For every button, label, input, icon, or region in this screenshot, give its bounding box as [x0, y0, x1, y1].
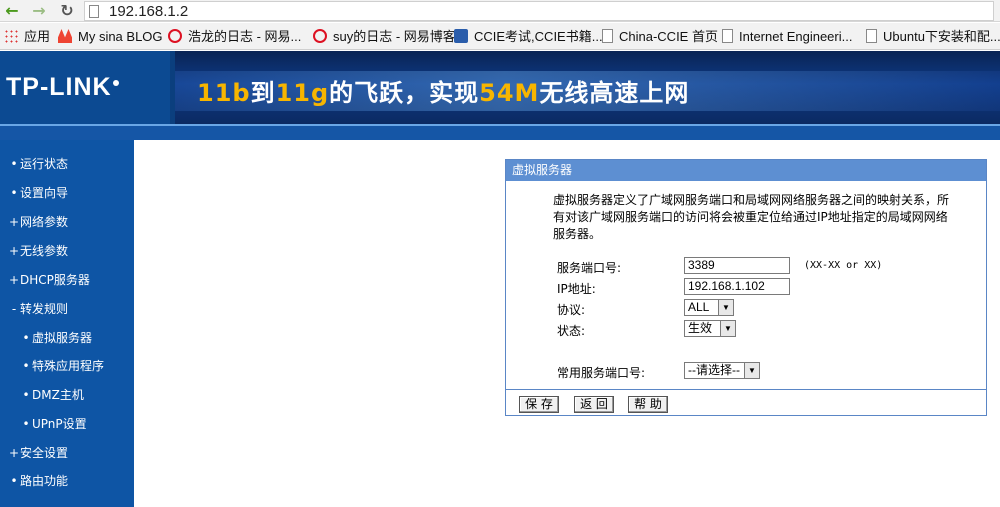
address-bar[interactable]: 192.168.1.2	[84, 1, 994, 21]
ccie-icon	[454, 29, 468, 43]
logo-dot-icon	[112, 79, 119, 86]
virtual-server-panel: 虚拟服务器 虚拟服务器定义了广域网服务端口和局域网网络服务器之间的映射关系，所有…	[505, 159, 987, 416]
bookmark-haolong[interactable]: 浩龙的日志 - 网易...	[168, 28, 301, 45]
sidebar-item-security[interactable]: +安全设置	[0, 441, 134, 465]
sidebar-item-network[interactable]: +网络参数	[0, 210, 134, 234]
sidebar-item-dhcp[interactable]: +DHCP服务器	[0, 268, 134, 292]
common-port-select[interactable]: --请选择-- ▼	[684, 362, 760, 379]
bookmark-internet-engineering[interactable]: Internet Engineeri...	[722, 28, 852, 45]
netease-icon	[168, 29, 182, 43]
ip-label: IP地址:	[557, 282, 596, 296]
sidebar-item-status[interactable]: • 运行状态	[0, 152, 134, 176]
chevron-down-icon: ▼	[720, 321, 735, 336]
bookmark-ccie[interactable]: CCIE考试,CCIE书籍...	[454, 28, 603, 45]
sidebar-item-upnp[interactable]: • UPnP设置	[0, 412, 134, 436]
bookmark-suy[interactable]: suy的日志 - 网易博客	[313, 28, 456, 45]
forward-arrow-icon[interactable]: →	[29, 1, 49, 21]
chevron-down-icon: ▼	[718, 300, 733, 315]
header-divider-highlight	[0, 124, 1000, 126]
url-text: 192.168.1.2	[109, 3, 189, 20]
status-select[interactable]: 生效 ▼	[684, 320, 736, 337]
back-arrow-icon[interactable]: ←	[2, 1, 22, 21]
page-icon	[722, 29, 733, 43]
sidebar-item-special-apps[interactable]: • 特殊应用程序	[0, 354, 134, 378]
sidebar-item-wizard[interactable]: • 设置向导	[0, 181, 134, 205]
sidebar-item-virtual-server[interactable]: • 虚拟服务器	[0, 326, 134, 350]
ip-input[interactable]: 192.168.1.102	[684, 278, 790, 295]
banner-slogan: 11b到11g的飞跃，实现54M无线高速上网	[197, 79, 690, 107]
panel-title: 虚拟服务器	[506, 160, 986, 181]
sidebar-item-wireless[interactable]: +无线参数	[0, 239, 134, 263]
protocol-select[interactable]: ALL ▼	[684, 299, 734, 316]
tp-link-logo: TP-LINK	[6, 73, 119, 102]
bookmark-china-ccie[interactable]: China-CCIE 首页	[602, 28, 718, 45]
bookmark-ubuntu[interactable]: Ubuntu下安装和配...	[866, 28, 1000, 45]
save-button[interactable]: 保 存	[519, 396, 559, 413]
header-divider	[0, 124, 1000, 140]
logo-area: TP-LINK	[0, 51, 170, 124]
bookmarks-bar: 应用 My sina BLOG 浩龙的日志 - 网易... suy的日志 - 网…	[0, 23, 1000, 50]
chevron-down-icon: ▼	[744, 363, 759, 378]
status-label: 状态:	[557, 324, 586, 338]
sidebar-item-dmz[interactable]: • DMZ主机	[0, 383, 134, 407]
port-label: 服务端口号:	[557, 261, 622, 275]
browser-toolbar: ← → ↻ 192.168.1.2	[0, 0, 1000, 22]
sidebar-menu: • 运行状态 • 设置向导 +网络参数 +无线参数 +DHCP服务器 - 转发规则 •…	[0, 140, 134, 507]
protocol-label: 协议:	[557, 303, 586, 317]
reload-icon[interactable]: ↻	[57, 1, 77, 21]
panel-footer-divider	[506, 389, 986, 390]
back-button[interactable]: 返 回	[574, 396, 614, 413]
page-icon	[602, 29, 613, 43]
common-port-label: 常用服务端口号:	[557, 366, 646, 380]
bookmark-sina-blog[interactable]: My sina BLOG	[58, 28, 163, 45]
panel-description: 虚拟服务器定义了广域网服务端口和局域网网络服务器之间的映射关系，所有对该广域网服…	[553, 193, 950, 241]
sina-icon	[58, 29, 72, 43]
router-header: TP-LINK 11b到11g的飞跃，实现54M无线高速上网	[0, 51, 1000, 124]
netease-icon	[313, 29, 327, 43]
sidebar-item-forwarding[interactable]: - 转发规则	[0, 297, 134, 321]
page-icon	[866, 29, 877, 43]
page-icon	[89, 5, 99, 18]
port-hint: (XX-XX or XX)	[804, 260, 883, 271]
sidebar-item-routing[interactable]: • 路由功能	[0, 469, 134, 493]
bookmark-apps[interactable]: 应用	[4, 28, 50, 45]
port-input[interactable]: 3389	[684, 257, 790, 274]
help-button[interactable]: 帮 助	[628, 396, 668, 413]
banner: 11b到11g的飞跃，实现54M无线高速上网	[175, 51, 1000, 124]
apps-grid-icon	[4, 29, 18, 43]
